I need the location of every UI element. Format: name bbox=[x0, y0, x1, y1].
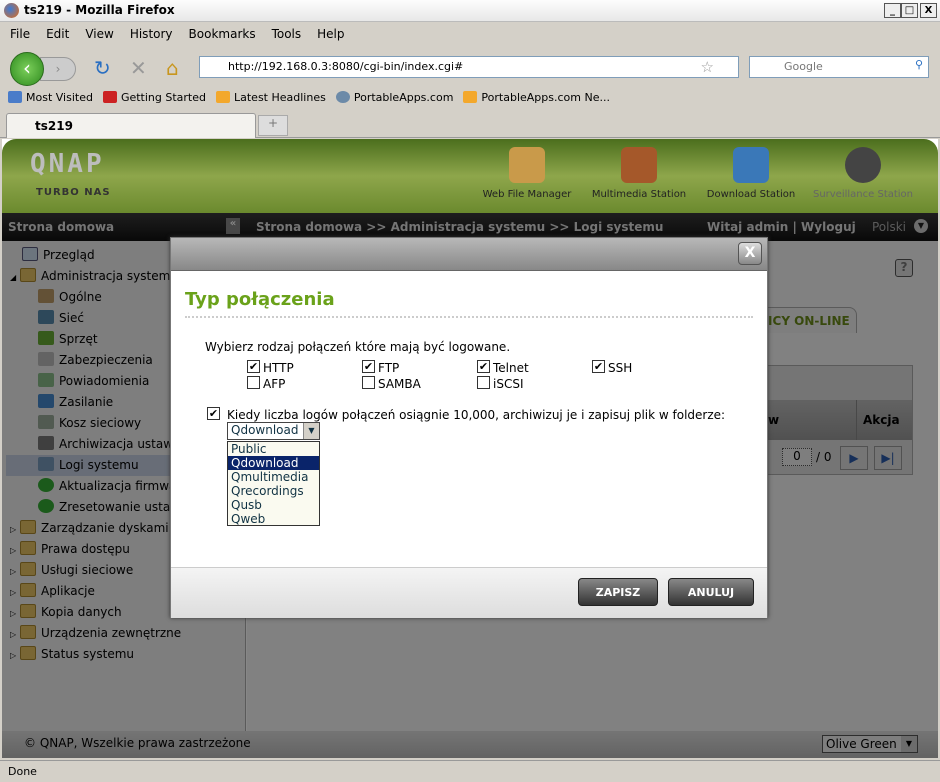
window-title: ts219 - Mozilla Firefox bbox=[24, 3, 175, 17]
rss-icon bbox=[463, 91, 478, 103]
checkbox-samba[interactable] bbox=[362, 376, 375, 389]
bookmark-item[interactable]: PortableApps.com Ne... bbox=[463, 91, 610, 105]
checkbox-label: SSH bbox=[608, 361, 633, 375]
checkbox-label: HTTP bbox=[263, 361, 294, 375]
close-window-button[interactable]: X bbox=[920, 3, 937, 18]
url-text: http://192.168.0.3:8080/cgi-bin/index.cg… bbox=[228, 60, 464, 73]
checkbox-afp[interactable] bbox=[247, 376, 260, 389]
checkbox-label: FTP bbox=[378, 361, 400, 375]
portableapps-icon bbox=[335, 91, 350, 103]
menu-history[interactable]: History bbox=[130, 27, 173, 41]
maximize-button[interactable]: □ bbox=[901, 3, 918, 18]
menu-help[interactable]: Help bbox=[317, 27, 344, 41]
menu-bookmarks[interactable]: Bookmarks bbox=[189, 27, 256, 41]
folder-select[interactable]: Qdownload ▼ bbox=[227, 422, 320, 440]
surveillance-station-icon bbox=[845, 147, 881, 183]
menu-view[interactable]: View bbox=[85, 27, 113, 41]
connection-type-dialog: X Typ połączenia Wybierz rodzaj połączeń… bbox=[170, 237, 768, 618]
qnap-header: QNAP TURBO NAS Web File Manager Multimed… bbox=[2, 139, 938, 213]
chevron-down-icon[interactable]: ▼ bbox=[303, 423, 319, 439]
firefox-bookmark-icon bbox=[102, 91, 117, 103]
checkbox-ssh[interactable]: ✔ bbox=[592, 360, 605, 373]
folder-option[interactable]: Public bbox=[228, 442, 319, 456]
checkbox-telnet[interactable]: ✔ bbox=[477, 360, 490, 373]
checkbox-ftp[interactable]: ✔ bbox=[362, 360, 375, 373]
qnap-logo: QNAP bbox=[30, 149, 105, 179]
checkbox-iscsi[interactable] bbox=[477, 376, 490, 389]
minimize-button[interactable]: _ bbox=[884, 3, 901, 18]
window-titlebar: ts219 - Mozilla Firefox _ □ X bbox=[0, 0, 940, 22]
multimedia-station-link[interactable]: Multimedia Station bbox=[584, 145, 694, 207]
checkbox-http[interactable]: ✔ bbox=[247, 360, 260, 373]
folder-option[interactable]: Qmultimedia bbox=[228, 470, 319, 484]
reload-icon[interactable]: ↻ bbox=[94, 56, 111, 80]
folder-dropdown-list: Public Qdownload Qmultimedia Qrecordings… bbox=[227, 441, 320, 526]
folder-option[interactable]: Qweb bbox=[228, 512, 319, 526]
forward-button[interactable]: › bbox=[40, 57, 76, 81]
dialog-footer: ZAPISZ ANULUJ bbox=[171, 567, 767, 618]
tab-ts219[interactable]: ts219 bbox=[6, 113, 256, 138]
save-button[interactable]: ZAPISZ bbox=[578, 578, 658, 606]
download-station-icon bbox=[733, 147, 769, 183]
bookmarks-toolbar: Most Visited Getting Started Latest Head… bbox=[0, 88, 940, 108]
web-file-manager-link[interactable]: Web File Manager bbox=[472, 145, 582, 207]
divider bbox=[185, 316, 753, 318]
archive-label: Kiedy liczba logów połączeń osiągnie 10,… bbox=[227, 408, 726, 422]
url-input[interactable]: http://192.168.0.3:8080/cgi-bin/index.cg… bbox=[199, 56, 739, 78]
bookmark-item[interactable]: Latest Headlines bbox=[216, 91, 326, 105]
back-button[interactable]: ‹ bbox=[10, 52, 44, 86]
web-file-manager-icon bbox=[509, 147, 545, 183]
menu-file[interactable]: File bbox=[10, 27, 30, 41]
multimedia-station-icon bbox=[621, 147, 657, 183]
rss-icon bbox=[216, 91, 230, 103]
download-station-link[interactable]: Download Station bbox=[696, 145, 806, 207]
stop-icon[interactable]: ✕ bbox=[130, 56, 147, 80]
close-dialog-button[interactable]: X bbox=[738, 242, 762, 265]
checkbox-label: AFP bbox=[263, 377, 286, 391]
menu-edit[interactable]: Edit bbox=[46, 27, 69, 41]
cancel-button[interactable]: ANULUJ bbox=[668, 578, 754, 606]
folder-option[interactable]: Qusb bbox=[228, 498, 319, 512]
tab-bar: ts219 + bbox=[0, 110, 940, 138]
checkbox-label: SAMBA bbox=[378, 377, 421, 391]
qnap-subtitle: TURBO NAS bbox=[36, 187, 111, 198]
archive-checkbox[interactable]: ✔ bbox=[207, 407, 220, 420]
home-icon[interactable]: ⌂ bbox=[166, 56, 179, 80]
status-text: Done bbox=[8, 765, 37, 778]
menu-tools[interactable]: Tools bbox=[272, 27, 302, 41]
status-bar: Done bbox=[0, 760, 940, 782]
firefox-icon bbox=[4, 3, 19, 18]
folder-option-selected[interactable]: Qdownload bbox=[228, 456, 319, 470]
bookmark-item[interactable]: Getting Started bbox=[102, 91, 206, 105]
checkbox-label: Telnet bbox=[493, 361, 529, 375]
dialog-header: X bbox=[171, 238, 767, 271]
bookmark-item[interactable]: PortableApps.com bbox=[335, 91, 453, 105]
bookmark-star-icon[interactable]: ☆ bbox=[701, 58, 714, 76]
search-placeholder: Google bbox=[784, 60, 823, 73]
dialog-title: Typ połączenia bbox=[185, 289, 335, 310]
folder-icon bbox=[8, 91, 22, 103]
search-input[interactable]: Google ⚲ bbox=[749, 56, 929, 78]
folder-option[interactable]: Qrecordings bbox=[228, 484, 319, 498]
new-tab-button[interactable]: + bbox=[258, 115, 288, 136]
instruction-text: Wybierz rodzaj połączeń które mają być l… bbox=[205, 340, 511, 354]
checkbox-label: iSCSI bbox=[493, 377, 524, 391]
menu-bar: File Edit View History Bookmarks Tools H… bbox=[0, 24, 940, 44]
surveillance-station-link[interactable]: Surveillance Station bbox=[808, 145, 918, 207]
bookmark-item[interactable]: Most Visited bbox=[8, 91, 93, 105]
search-icon[interactable]: ⚲ bbox=[915, 58, 923, 71]
navigation-toolbar: › ‹ ↻ ✕ ⌂ http://192.168.0.3:8080/cgi-bi… bbox=[0, 46, 940, 86]
